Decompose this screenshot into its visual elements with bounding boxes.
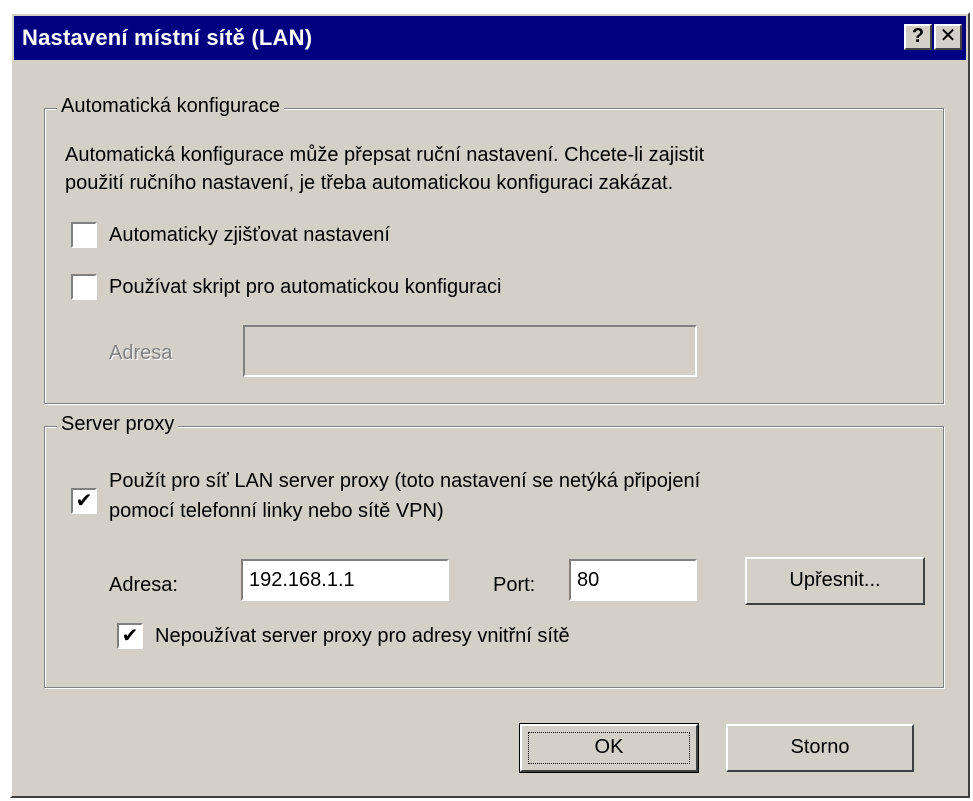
- auto-config-legend: Automatická konfigurace: [57, 95, 285, 118]
- proxy-port-label: Port:: [493, 574, 536, 596]
- bypass-local-label[interactable]: Nepoužívat server proxy pro adresy vnitř…: [155, 622, 570, 650]
- proxy-group: Server proxy ✔ Použít pro síť LAN server…: [44, 413, 944, 688]
- bypass-local-checkbox[interactable]: ✔: [117, 623, 143, 649]
- proxy-port-input[interactable]: 80: [569, 559, 697, 601]
- auto-config-group: Automatická konfigurace Automatická konf…: [44, 95, 944, 404]
- auto-config-description-line2: použití ručního nastavení, je třeba auto…: [65, 172, 674, 194]
- use-proxy-checkbox[interactable]: ✔: [71, 488, 97, 514]
- focus-rectangle: [528, 732, 690, 764]
- window-title: Nastavení místní sítě (LAN): [22, 25, 313, 50]
- proxy-legend: Server proxy: [57, 413, 179, 436]
- auto-script-address-input[interactable]: [243, 325, 697, 377]
- auto-script-checkbox[interactable]: [71, 274, 97, 300]
- use-proxy-label-line1[interactable]: Použít pro síť LAN server proxy (toto na…: [109, 467, 700, 495]
- advanced-button[interactable]: Upřesnit...: [745, 557, 925, 605]
- proxy-address-input[interactable]: 192.168.1.1: [241, 559, 449, 601]
- close-button[interactable]: ✕: [934, 24, 962, 50]
- auto-script-label[interactable]: Používat skript pro automatickou konfigu…: [109, 273, 501, 301]
- proxy-address-label: Adresa:: [109, 574, 178, 596]
- lan-settings-dialog: Nastavení místní sítě (LAN) ? ✕ Automati…: [10, 12, 970, 798]
- close-icon: ✕: [939, 25, 957, 47]
- check-mark-icon: ✔: [121, 625, 139, 647]
- use-proxy-label-line2[interactable]: pomocí telefonní linky nebo sítě VPN): [109, 497, 444, 525]
- auto-detect-label[interactable]: Automaticky zjišťovat nastavení: [109, 221, 390, 249]
- title-bar[interactable]: Nastavení místní sítě (LAN) ? ✕: [14, 16, 966, 60]
- auto-detect-checkbox[interactable]: [71, 222, 97, 248]
- auto-script-address-label: Adresa: [109, 342, 173, 364]
- ok-button[interactable]: OK: [519, 723, 699, 773]
- cancel-button[interactable]: Storno: [726, 724, 914, 772]
- check-mark-icon: ✔: [75, 490, 93, 512]
- auto-config-description-line1: Automatická konfigurace může přepsat ruč…: [65, 144, 705, 166]
- help-button[interactable]: ?: [904, 24, 932, 50]
